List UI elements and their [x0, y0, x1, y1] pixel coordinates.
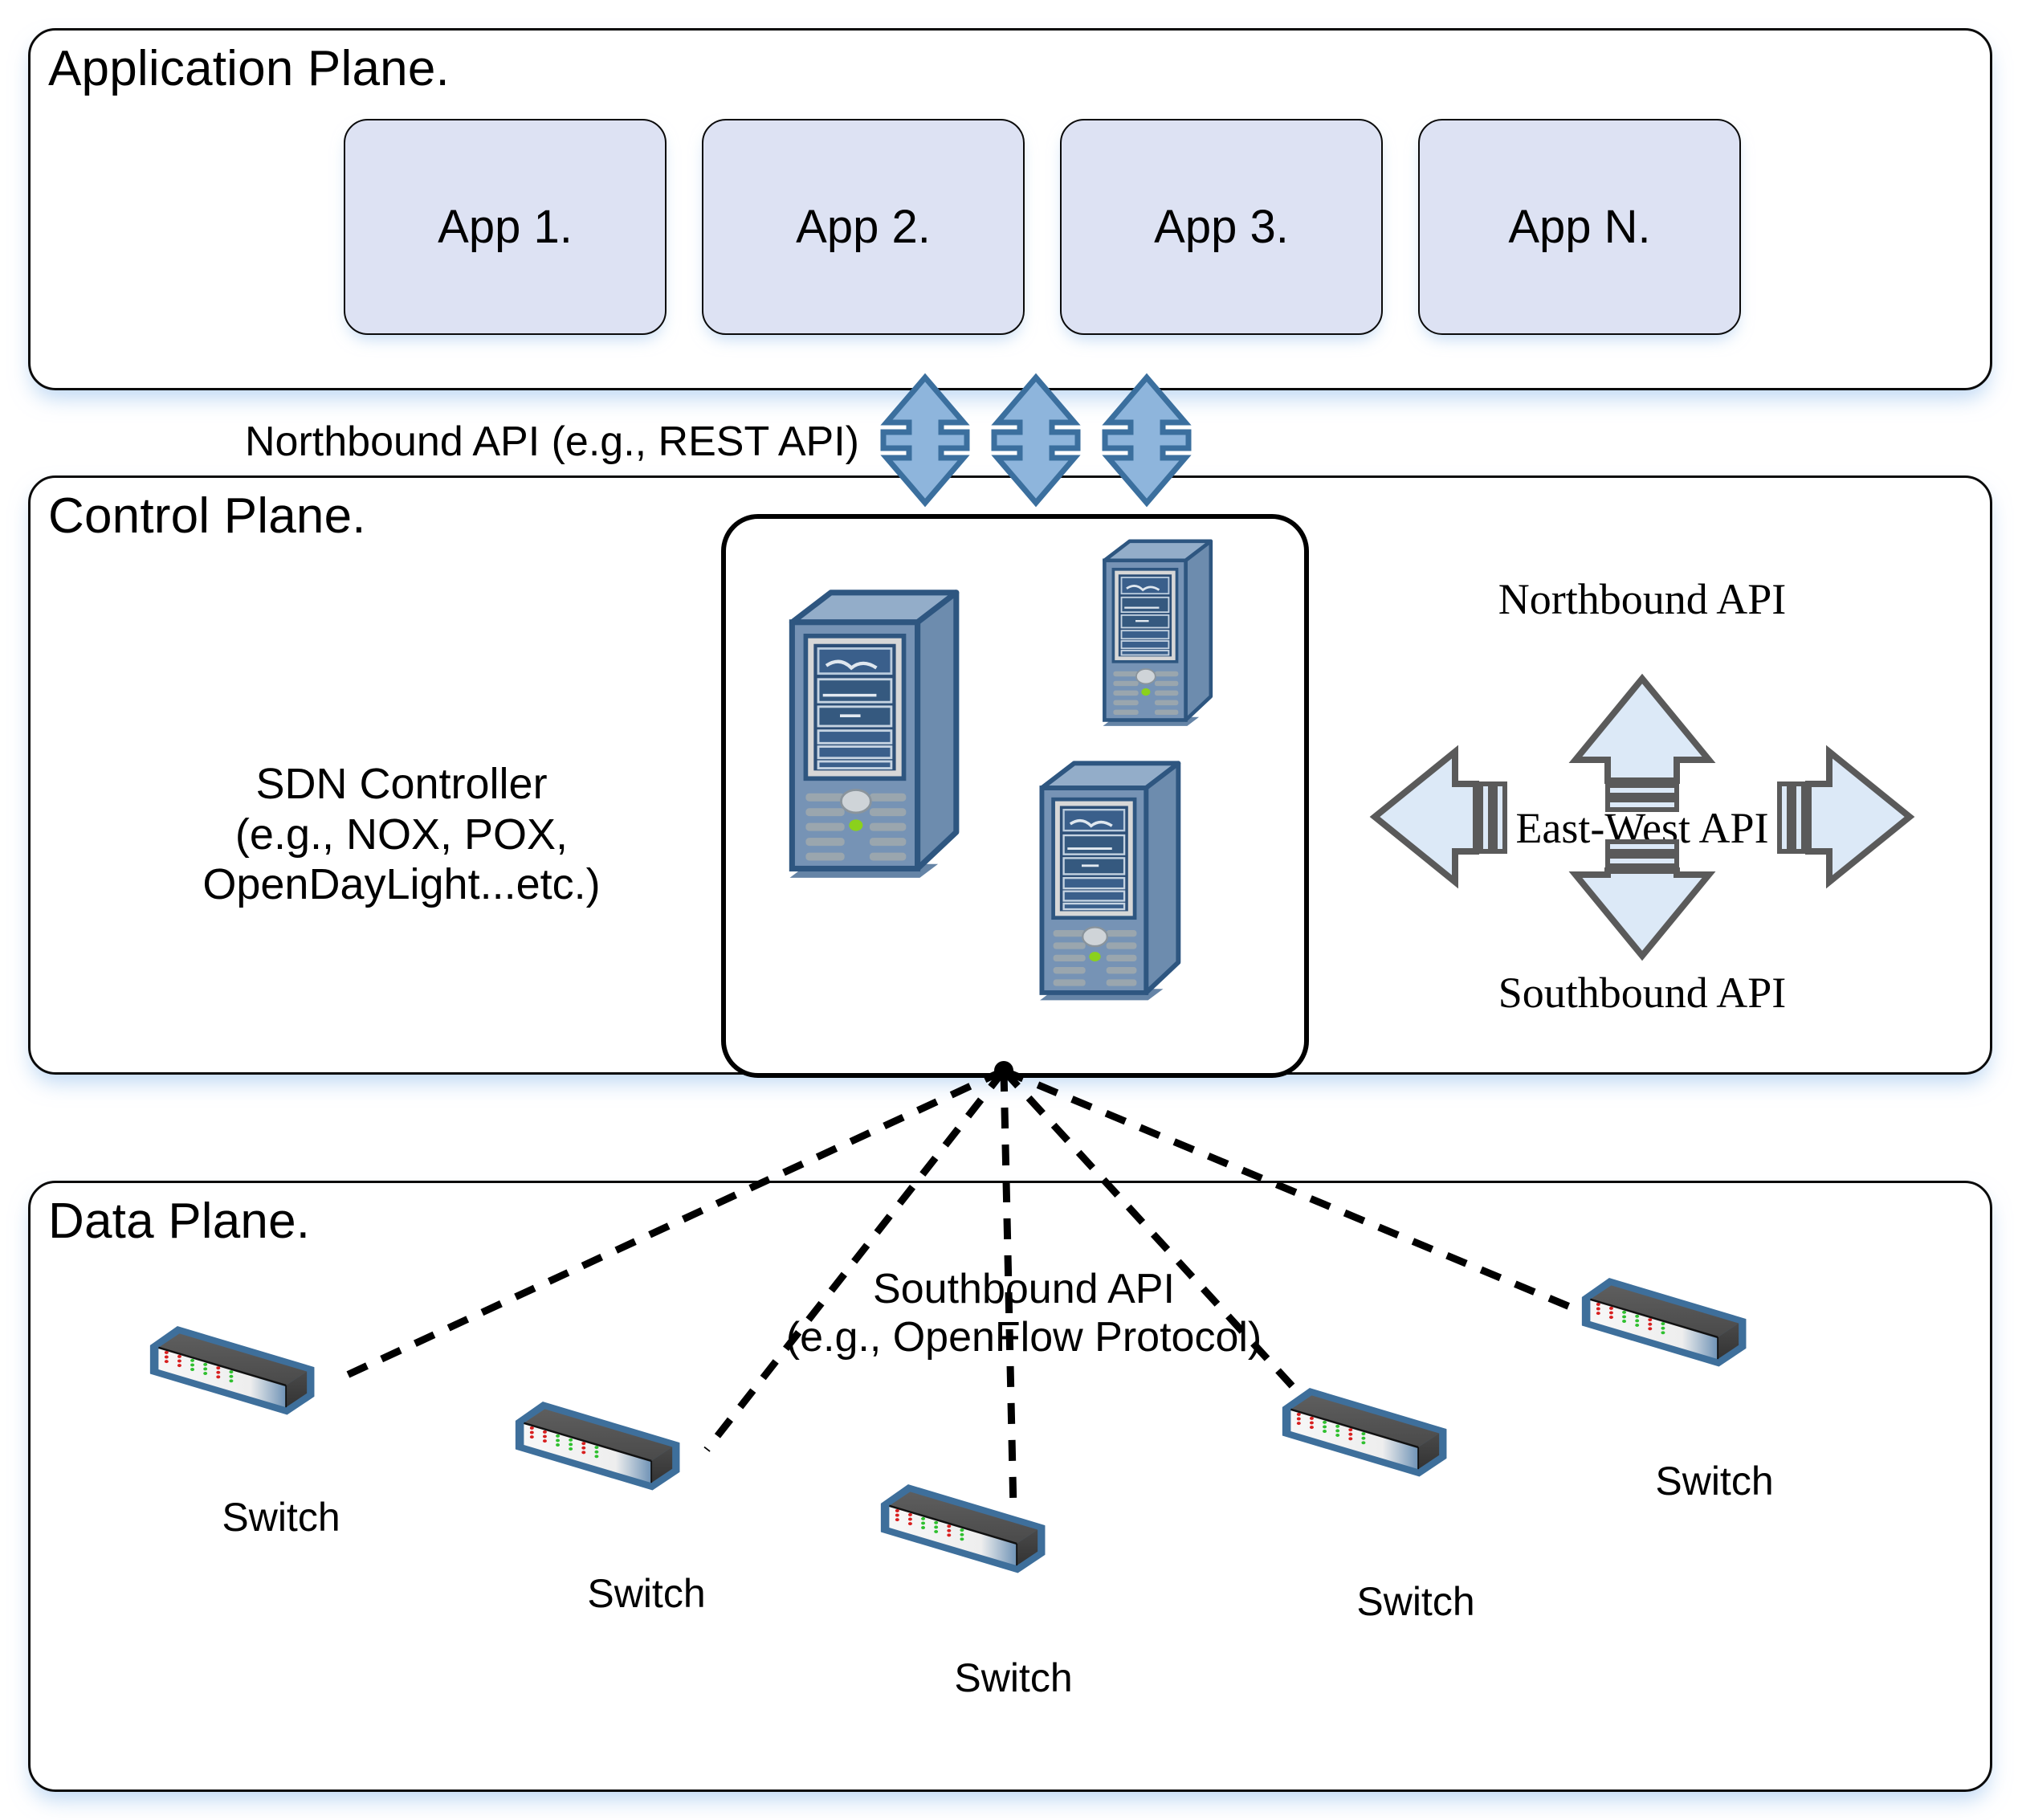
switch-2[interactable]: [515, 1401, 681, 1492]
controller-server-medium: [1040, 763, 1178, 1000]
compass-south-arrow: [1568, 839, 1716, 961]
switch-4[interactable]: [1282, 1387, 1448, 1478]
graphics-layer: [149, 0, 1915, 1574]
switch-5[interactable]: [1581, 1277, 1747, 1368]
compass-north-arrow: [1568, 673, 1716, 812]
southbound-link-2: [703, 1068, 1007, 1452]
northbound-arrow-2: [994, 377, 1078, 503]
southbound-link-3: [1000, 1070, 1017, 1511]
northbound-arrow-1: [883, 377, 967, 503]
switch-1[interactable]: [149, 1325, 316, 1416]
southbound-link-5: [1002, 1067, 1616, 1329]
southbound-link-1: [344, 1067, 1005, 1380]
sdn-architecture-diagram: Application Plane. App 1. App 2. App 3. …: [0, 0, 2018, 1820]
compass-west-arrow: [1369, 745, 1507, 889]
controller-server-large: [790, 593, 956, 878]
controller-server-small: [1103, 541, 1211, 726]
compass-east-arrow: [1777, 745, 1915, 889]
southbound-convergence-point: [994, 1061, 1013, 1080]
switch-3[interactable]: [880, 1483, 1046, 1574]
southbound-link-4: [1001, 1067, 1343, 1441]
northbound-arrow-3: [1105, 377, 1188, 503]
